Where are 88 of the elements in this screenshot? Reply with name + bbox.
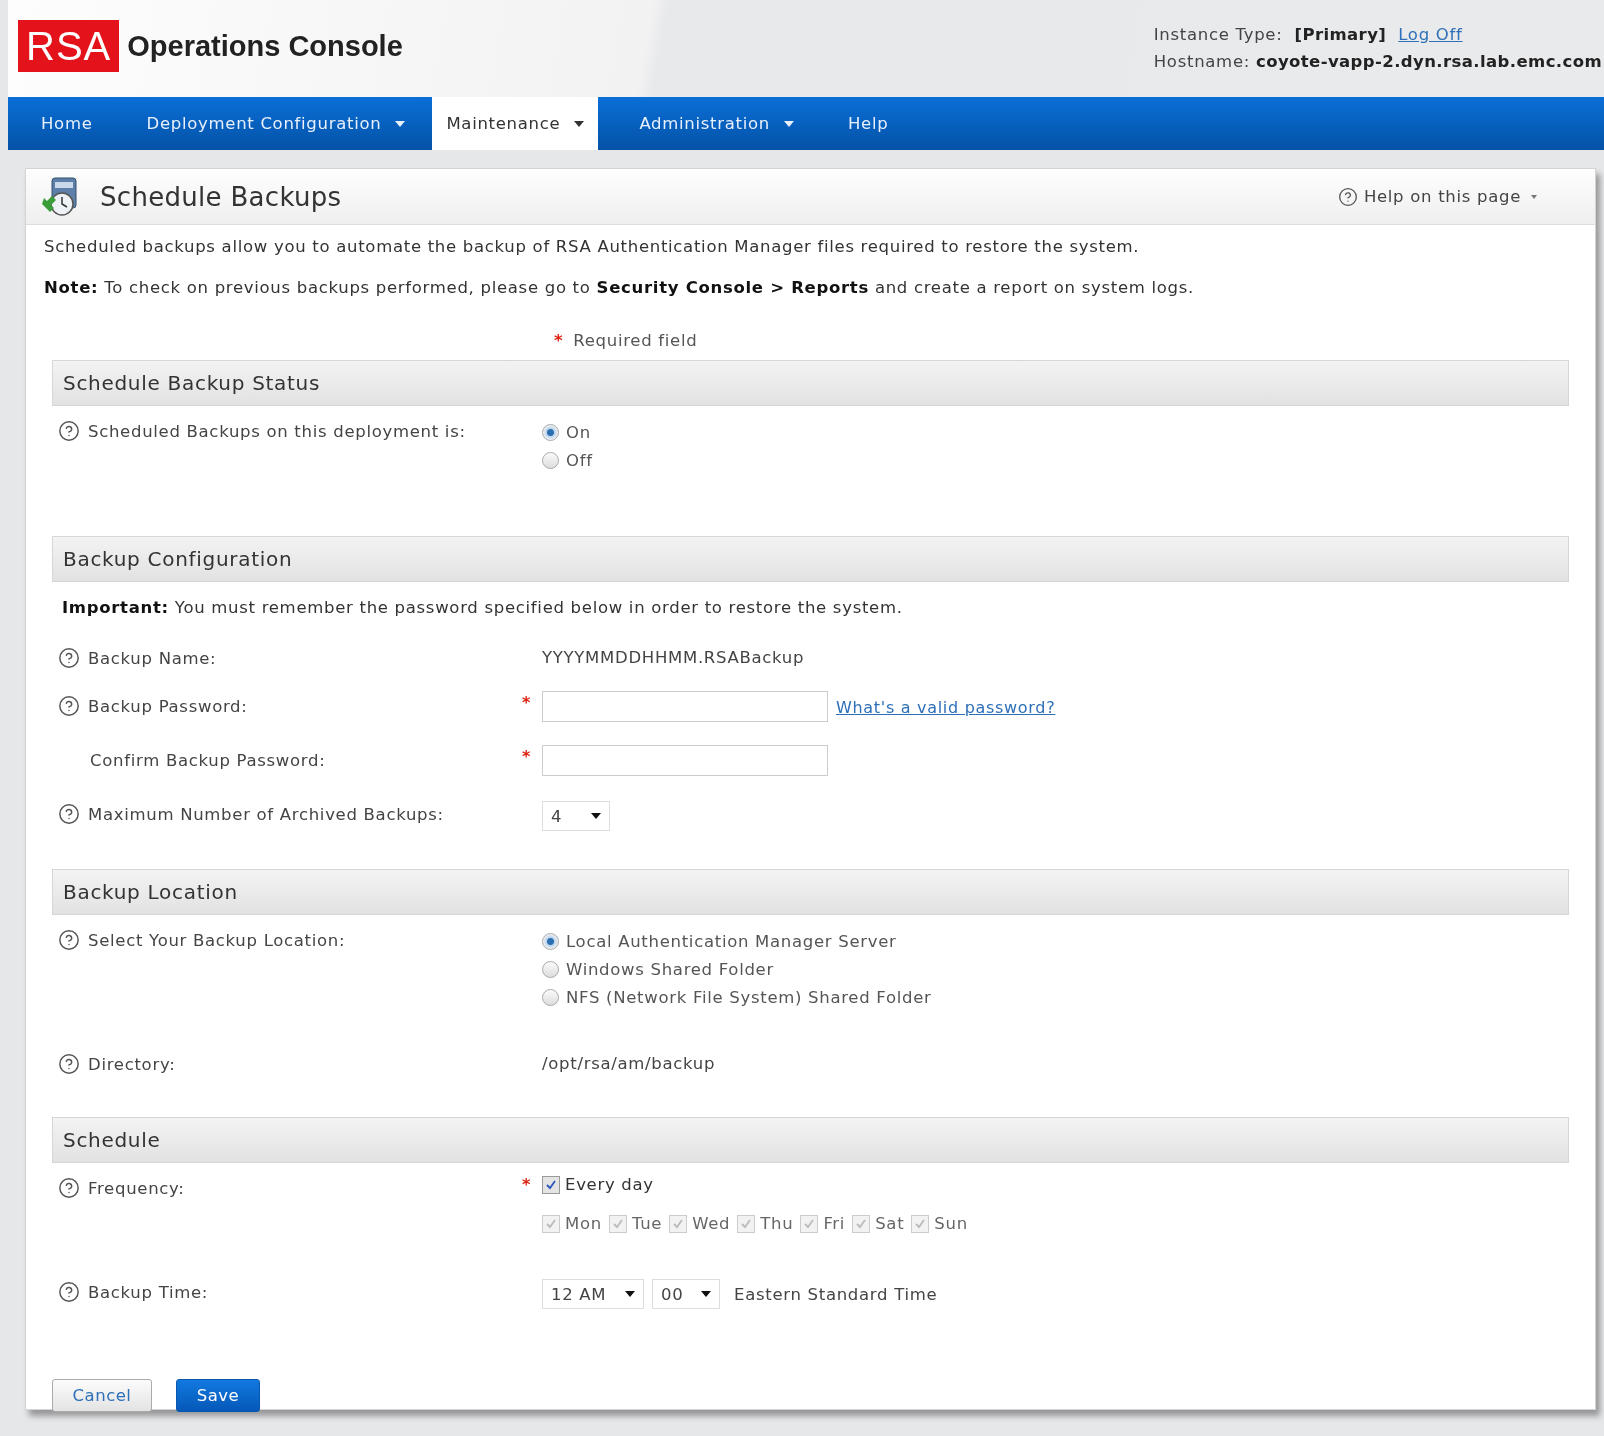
field-label: Backup Time:	[88, 1282, 209, 1302]
section-header: Schedule	[52, 1117, 1569, 1163]
hostname-label: Hostname:	[1153, 52, 1250, 71]
option-label: On	[566, 422, 591, 442]
field-label: Directory:	[88, 1054, 176, 1074]
time-zone: Eastern Standard Time	[734, 1284, 938, 1304]
count-select[interactable]: 4	[542, 801, 610, 831]
section-header: Backup Location	[52, 869, 1569, 915]
field-label: Scheduled Backups on this deployment is:	[88, 421, 466, 441]
radio-button[interactable]	[542, 423, 559, 441]
nav-tab[interactable]: Help	[820, 97, 916, 150]
required-marker: *	[521, 747, 532, 766]
password-help-link[interactable]: What's a valid password?	[836, 698, 1056, 717]
field-label: Select Your Backup Location:	[88, 930, 346, 950]
logo: RSA	[18, 20, 120, 72]
radio-button[interactable]	[542, 932, 559, 950]
radio-button[interactable]	[542, 960, 559, 978]
help-icon[interactable]	[58, 420, 80, 442]
radio-button[interactable]	[542, 451, 559, 469]
radio-option[interactable]: Local Authentication Manager Server	[542, 927, 1569, 955]
help-icon	[1337, 186, 1358, 207]
field-label: Maximum Number of Archived Backups:	[88, 804, 444, 824]
option-label: NFS (Network File System) Shared Folder	[566, 987, 932, 1007]
section-header: Backup Configuration	[52, 536, 1569, 582]
day-label: Fri	[823, 1214, 846, 1233]
help-icon[interactable]	[58, 1053, 80, 1075]
password-field[interactable]	[542, 745, 828, 776]
intro-text: Scheduled backups allow you to automate the backup of RSA Authentication Manager files required to restore the system.	[44, 237, 1141, 256]
checkbox-label: Every day	[565, 1175, 654, 1194]
field-value: YYYYMMDDHHMM.RSABackup	[542, 647, 806, 669]
option-label: Local Authentication Manager Server	[566, 931, 897, 951]
check-icon	[914, 1217, 927, 1230]
checkbox[interactable]	[542, 1175, 560, 1194]
required-marker: *	[521, 693, 532, 712]
check-icon	[545, 1217, 557, 1230]
option-label: Windows Shared Folder	[566, 959, 774, 979]
checkbox-option[interactable]: Every day	[542, 1175, 1569, 1194]
secondary-button[interactable]: Cancel	[52, 1379, 152, 1412]
logoff-link[interactable]: Log Off	[1398, 25, 1463, 44]
day-label: Thu	[760, 1214, 794, 1233]
notice-text: Important: You must remember the password specified below in order to restore the system.	[61, 597, 904, 619]
radio-option[interactable]: On	[542, 418, 1569, 446]
field-label: Backup Password:	[88, 696, 248, 716]
field-label: Frequency:	[88, 1178, 185, 1198]
required-marker: *	[554, 331, 564, 350]
nav-tab[interactable]: Maintenance	[432, 97, 599, 150]
check-icon	[672, 1217, 685, 1230]
help-icon[interactable]	[58, 929, 80, 951]
check-icon	[803, 1217, 816, 1230]
page-title: Schedule Backups	[100, 181, 342, 212]
note-text: Note: To check on previous backups performed, please go to Security Console > Reports and create a report on system logs.	[44, 278, 1195, 297]
help-icon[interactable]	[58, 1177, 80, 1199]
nav-tab[interactable]: Home	[14, 97, 120, 150]
field-label: Backup Name:	[88, 648, 217, 668]
radio-option[interactable]: Off	[542, 446, 1569, 474]
password-field[interactable]	[542, 691, 828, 722]
radio-option[interactable]: NFS (Network File System) Shared Folder	[542, 983, 1569, 1011]
primary-button[interactable]: Save	[176, 1379, 260, 1412]
option-label: Off	[566, 450, 593, 470]
help-icon[interactable]	[58, 1281, 80, 1303]
hostname-value: coyote-vapp-2.dyn.rsa.lab.emc.com	[1256, 52, 1602, 71]
radio-option[interactable]: Windows Shared Folder	[542, 955, 1569, 983]
check-icon	[545, 1178, 557, 1191]
help-icon[interactable]	[58, 695, 80, 717]
help-icon[interactable]	[58, 803, 80, 825]
minute-select[interactable]: 00	[652, 1279, 720, 1309]
day-label: Sun	[934, 1214, 968, 1233]
nav-tab[interactable]: Deployment Configuration	[119, 97, 433, 150]
check-icon	[611, 1217, 624, 1230]
nav-tab[interactable]: Administration	[612, 97, 821, 150]
day-label: Mon	[565, 1214, 602, 1233]
day-label: Wed	[692, 1214, 731, 1233]
field-label: Confirm Backup Password:	[90, 750, 326, 770]
day-label: Tue	[631, 1214, 663, 1233]
help-icon[interactable]	[58, 647, 80, 669]
app-title: Operations Console	[127, 30, 403, 63]
instance-label: Instance Type:	[1153, 25, 1283, 44]
hour-select[interactable]: 12 AM	[542, 1279, 644, 1309]
page-help-link[interactable]: Help on this page	[1337, 186, 1537, 207]
section-header: Schedule Backup Status	[52, 360, 1569, 406]
instance-value: [Primary]	[1294, 25, 1387, 44]
required-legend: Required field	[573, 331, 698, 350]
check-icon	[740, 1217, 753, 1230]
check-icon	[855, 1217, 868, 1230]
radio-button[interactable]	[542, 988, 559, 1006]
required-marker: *	[521, 1175, 532, 1194]
field-value: /opt/rsa/am/backup	[542, 1053, 717, 1075]
day-label: Sat	[875, 1214, 905, 1233]
